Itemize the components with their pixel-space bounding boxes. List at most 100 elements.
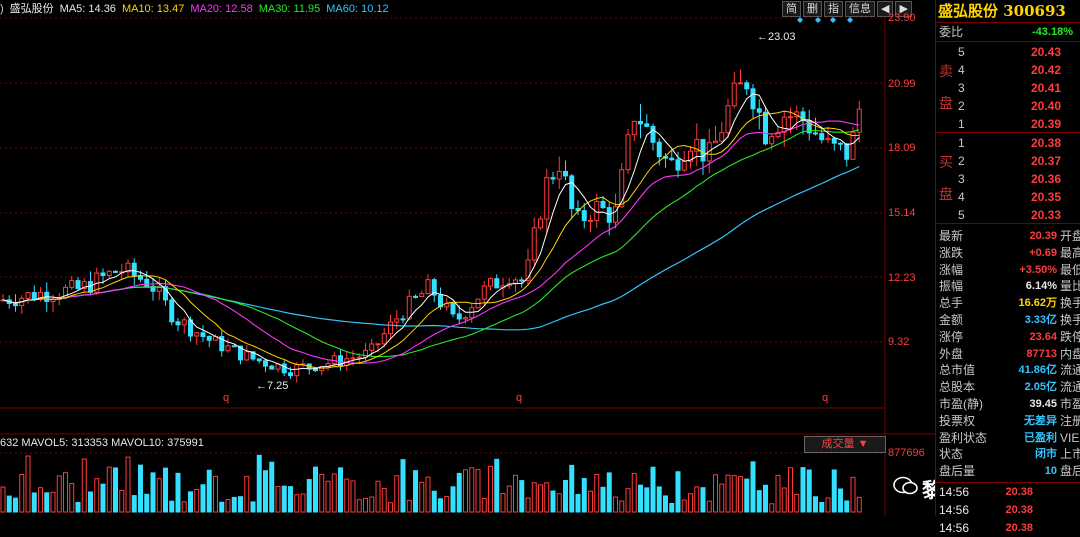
volume-bar [500, 493, 506, 513]
order-book-row[interactable]: 1 20.39 [936, 115, 1080, 133]
stat-label: 总股本 [939, 380, 976, 395]
stat-label-right: 流通 [1060, 380, 1080, 395]
volume-bar [781, 487, 787, 513]
volume-bar [38, 487, 43, 513]
volume-bar [413, 470, 418, 513]
stat-label: 涨幅 [939, 262, 964, 277]
volume-axis-label: 877696 [888, 447, 925, 459]
candlestick [406, 295, 412, 320]
delete-button[interactable]: 删 [803, 1, 822, 17]
volume-bar [575, 493, 581, 513]
volume-bar [388, 502, 393, 513]
candlestick [144, 278, 150, 287]
volume-bar [838, 488, 843, 513]
order-book-row[interactable]: 4 20.35 [936, 188, 1080, 206]
order-book-row[interactable]: 2 20.37 [936, 152, 1080, 170]
volume-bar [513, 474, 518, 513]
level-number: 4 [958, 190, 965, 204]
volume-bar [594, 473, 600, 513]
candlestick [225, 345, 231, 352]
volume-bar [606, 472, 612, 513]
candlestick [488, 278, 493, 287]
volume-bar [269, 461, 275, 513]
volume-bar [131, 495, 137, 513]
volume-bar [306, 479, 312, 513]
price-tick-label: 9.32 [888, 336, 910, 348]
volume-bar [225, 499, 231, 513]
order-book-row[interactable]: 4 20.42 [936, 61, 1080, 79]
volume-bar [800, 467, 806, 513]
order-book-row[interactable]: 5 20.33 [936, 206, 1080, 224]
volume-bar [44, 492, 50, 513]
stat-label-right: 跌停 [1060, 329, 1080, 344]
candlestick [281, 363, 287, 374]
volume-bar [450, 486, 456, 513]
candlestick [669, 157, 675, 161]
order-book-row[interactable]: 2 20.40 [936, 97, 1080, 115]
volume-bar [569, 464, 575, 513]
order-book-row[interactable]: 1 20.38 [936, 134, 1080, 152]
volume-bar [294, 494, 300, 513]
stat-value: +3.50% [1019, 263, 1057, 276]
candlestick [388, 321, 393, 335]
stat-row: 市盈(静) 39.45 市盈 [936, 395, 1080, 413]
order-book-row[interactable]: 3 20.36 [936, 170, 1080, 188]
volume-bar [100, 483, 106, 513]
candlestick [400, 318, 406, 321]
indicator-button[interactable]: 指 [824, 1, 843, 17]
volume-bar [775, 474, 781, 513]
candlestick [425, 279, 431, 295]
candlestick [69, 280, 75, 288]
candlestick [419, 293, 425, 297]
stat-row: 涨停 23.64 跌停 [936, 328, 1080, 346]
info-button[interactable]: 信息 [845, 1, 875, 17]
price-tick-label: 15.14 [888, 207, 916, 219]
candlestick [519, 279, 525, 282]
stat-value: 41.86亿 [1018, 364, 1057, 377]
volume-bar [750, 461, 756, 513]
candlestick [13, 302, 18, 307]
level-number: 5 [958, 45, 965, 59]
stat-row: 最新 20.39 开盘 [936, 227, 1080, 245]
order-book-row[interactable]: 3 20.41 [936, 79, 1080, 97]
candlestick [381, 333, 387, 345]
candlestick [781, 116, 787, 133]
stat-label-right: 开盘 [1060, 229, 1080, 243]
volume-bar [338, 467, 343, 513]
stat-label-right: 内盘 [1060, 346, 1080, 361]
level-price: 20.43 [1030, 45, 1061, 59]
volume-bar [788, 467, 793, 513]
volume-bar [50, 491, 56, 513]
volume-bar [531, 482, 537, 513]
order-book-row[interactable]: 5 20.43 [936, 43, 1080, 61]
candlestick [369, 343, 375, 351]
stat-value: 闭市 [1035, 448, 1057, 461]
volume-indicator-select[interactable]: 成交量 ▼ [804, 436, 886, 453]
volume-bar [625, 488, 631, 513]
level-price: 20.35 [1030, 190, 1061, 204]
buy-book: 买 盘 1 20.38 2 20.37 3 20.36 4 20.35 5 20.33 [936, 132, 1080, 223]
candlestick [194, 332, 200, 337]
candlestick [75, 280, 81, 289]
candlestick [750, 88, 756, 110]
volume-bar [363, 497, 368, 513]
volume-bar [713, 474, 718, 513]
stat-label: 市盈(静) [939, 397, 983, 411]
stat-label-right: VIE [1060, 430, 1080, 445]
stat-row: 外盘 87713 内盘 [936, 345, 1080, 363]
candlestick [375, 343, 381, 346]
volume-bar [344, 478, 350, 513]
candlestick [350, 357, 356, 360]
candlestick [563, 170, 568, 177]
tick-time: 14:56 [939, 521, 970, 535]
volume-bar [56, 475, 62, 513]
stat-value: 2.05亿 [1024, 381, 1057, 394]
candlestick [763, 111, 768, 145]
stat-label: 金额 [939, 313, 964, 327]
simple-button[interactable]: 简 [782, 1, 801, 17]
stat-row: 涨幅 +3.50% 最低 [936, 261, 1080, 279]
price-tick-label: 20.99 [888, 78, 916, 90]
volume-bar [538, 484, 543, 513]
volume-bar [400, 459, 406, 513]
level-number: 3 [958, 81, 965, 95]
